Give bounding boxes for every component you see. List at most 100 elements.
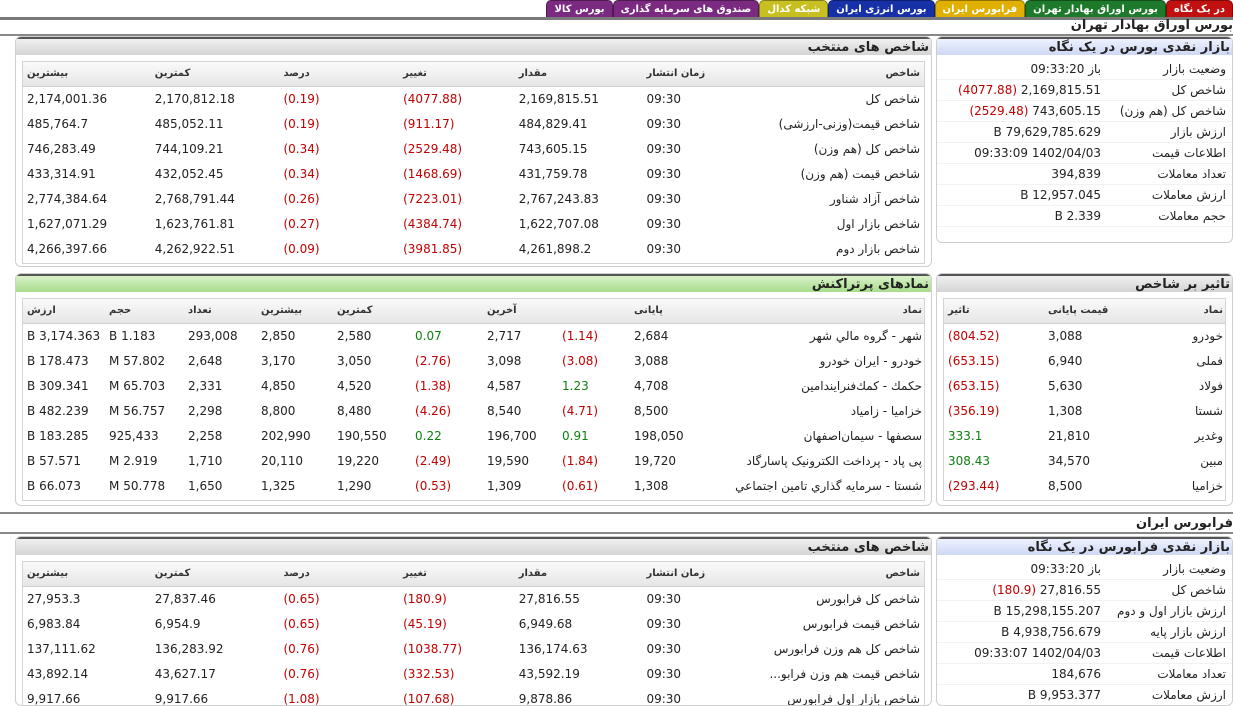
overview-value-cell: 79,629,785.629 B (937, 122, 1107, 142)
table-row[interactable]: شاخص قیمت (هم وزن) 09:30 431,759.78 (1468.6… (23, 161, 924, 186)
table-row[interactable]: شاخص آزاد شناور 09:30 2,767,243.83 (7223.01… (23, 186, 924, 211)
top-tab-6[interactable]: بورس کالا (546, 0, 613, 18)
column-header[interactable] (558, 299, 630, 324)
top-tab-1[interactable]: بورس اوراق بهادار تهران (1025, 0, 1166, 18)
table-row[interactable]: فولاد 5,630 (653.15) (944, 373, 1225, 398)
table-cell[interactable]: شاخص بازار اول فرابورس (764, 686, 924, 706)
column-header[interactable]: تغییر (399, 62, 515, 87)
table-cell[interactable]: شاخص آزاد شناور (764, 186, 924, 211)
column-header[interactable]: کمترین (150, 62, 280, 87)
table-cell[interactable]: وغدیر (1139, 423, 1225, 448)
table-row[interactable]: شاخص کل (هم وزن) 09:30 743,605.15 (2529.48)… (23, 136, 924, 161)
column-header[interactable]: حجم (105, 299, 184, 324)
table-cell[interactable]: شهر - گروه مالي شهر (702, 323, 924, 348)
table-row[interactable]: خودرو - ايران‌ خودرو 3,088 (3.08) 3,098 (2.7… (23, 348, 924, 373)
column-header[interactable]: تغییر (399, 562, 515, 587)
table-row[interactable]: پی پاد - پرداخت الکترونيک پاسارگاد 19,720… (23, 448, 924, 473)
table-row[interactable]: سصفها - سيمان‌اصفهان‌ 198,050 0.91 196,700 0… (23, 423, 924, 448)
table-cell[interactable]: شاخص قیمت(وزنی-ارزشی) (764, 111, 924, 136)
table-row[interactable]: وغدیر 21,810 333.1 (944, 423, 1225, 448)
column-header[interactable] (411, 299, 483, 324)
column-header[interactable]: نماد (702, 299, 924, 324)
table-row[interactable]: مبین 34,570 308.43 (944, 448, 1225, 473)
table-row[interactable]: شاخص بازار اول 09:30 1,622,707.08 (4384.74)… (23, 211, 924, 236)
table-cell[interactable]: شاخص قیمت هم وزن فرابو... (764, 661, 924, 686)
column-header[interactable]: زمان انتشار (642, 62, 765, 87)
column-header[interactable]: تاثیر (944, 299, 1044, 324)
top-tab-3[interactable]: بورس انرژی ایران (828, 0, 935, 18)
table-cell[interactable]: شستا (1139, 398, 1225, 423)
table-row[interactable]: شستا 1,308 (356.19) (944, 398, 1225, 423)
table-cell[interactable]: خزاميا - زامياد (702, 398, 924, 423)
table-cell[interactable]: خزامیا (1139, 473, 1225, 498)
column-header[interactable]: ارزش (23, 299, 105, 324)
table-row[interactable]: خزامیا 8,500 (293.44) (944, 473, 1225, 498)
table-cell[interactable]: شاخص قیمت فرابورس (764, 611, 924, 636)
table-row[interactable]: شاخص بازار دوم 09:30 4,261,898.2 (3981.85) (… (23, 236, 924, 261)
table-cell[interactable]: شاخص کل هم وزن فرابورس (764, 636, 924, 661)
top-tab-0[interactable]: در یک نگاه (1165, 0, 1233, 18)
overview-key: اطلاعات قیمت (1151, 646, 1226, 660)
table-cell[interactable]: حكمك - كمك‌فنرايندامين‌ (702, 373, 924, 398)
table-cell[interactable]: مبین (1139, 448, 1225, 473)
table-row[interactable]: خودرو 3,088 (804.52) (944, 323, 1225, 348)
column-header[interactable]: پایانی (630, 299, 702, 324)
column-header[interactable]: درصد (279, 562, 400, 587)
table-cell[interactable]: خودرو - ايران‌ خودرو (702, 348, 924, 373)
table-row[interactable]: شاخص کل هم وزن فرابورس 09:30 136,174.63 (10… (23, 636, 924, 661)
table-cell: (4384.74) (403, 216, 463, 231)
table-cell[interactable]: شاخص کل (هم وزن) (764, 136, 924, 161)
table-cell[interactable]: فولاد (1139, 373, 1225, 398)
overview-value-cell: 4,938,756.679 B (937, 622, 1107, 642)
table-cell[interactable]: شاخص قیمت (هم وزن) (764, 161, 924, 186)
table-row[interactable]: حكمك - كمك‌فنرايندامين‌ 4,708 1.23 4,587 (1.… (23, 373, 924, 398)
column-header[interactable]: شاخص (764, 62, 924, 87)
table-cell[interactable]: پی پاد - پرداخت الکترونيک پاسارگاد (702, 448, 924, 473)
table-cell: 19,220 (337, 453, 379, 468)
table-row[interactable]: شاخص کل فرابورس 09:30 27,816.55 (180.9) (0.6… (23, 586, 924, 611)
overview-value-cell: 2.339 B (937, 206, 1107, 226)
column-header[interactable]: مقدار (514, 62, 643, 87)
table-row[interactable]: شاخص قیمت فرابورس 09:30 6,949.68 (45.19) (0.… (23, 611, 924, 636)
table-cell: 1,622,707.08 (518, 216, 599, 231)
column-header[interactable]: مقدار (514, 562, 643, 587)
table-row[interactable]: شاخص قیمت(وزنی-ارزشی) 09:30 484,829.41 (911… (23, 111, 924, 136)
column-header[interactable]: بیشترین (257, 299, 333, 324)
ifb-indices-title: شاخص های منتخب (16, 537, 931, 555)
column-header[interactable]: تعداد (184, 299, 257, 324)
table-row[interactable]: شاخص کل 09:30 2,169,815.51 (4077.88) (0.19) 2… (23, 86, 924, 111)
column-header[interactable]: کمترین (150, 562, 280, 587)
top-tab-4[interactable]: شبکه کدال (759, 0, 829, 18)
column-header[interactable]: قیمت پایانی (1044, 299, 1139, 324)
table-row[interactable]: شاخص قیمت هم وزن فرابو... 09:30 43,592.19 (… (23, 661, 924, 686)
table-row[interactable]: شاخص بازار اول فرابورس 09:30 9,878.86 (107.… (23, 686, 924, 706)
table-cell[interactable]: شستا - سرمايه گذاري تامين اجتماعي (702, 473, 924, 498)
table-row[interactable]: شهر - گروه مالي شهر 2,684 (1.14) 2,717 0.07 2… (23, 323, 924, 348)
column-header[interactable]: درصد (279, 62, 400, 87)
column-header[interactable]: بیشترین (23, 62, 151, 87)
top-tab-2[interactable]: فرابورس ایران (934, 0, 1026, 18)
table-cell: 8,540 (487, 403, 522, 418)
ifb-overview-list: وضعیت بازار باز 09:33:20 شاخص کل 27,816.55 … (937, 559, 1232, 705)
table-row[interactable]: فملی 6,940 (653.15) (944, 348, 1225, 373)
column-header[interactable]: نماد (1139, 299, 1225, 324)
table-row[interactable]: خزاميا - زامياد 8,500 (4.71) 8,540 (4.26) 8,4… (23, 398, 924, 423)
table-cell: (1.38) (415, 378, 452, 393)
column-header[interactable]: زمان انتشار (642, 562, 765, 587)
column-header[interactable]: بیشترین (23, 562, 151, 587)
table-cell[interactable]: فملی (1139, 348, 1225, 373)
table-cell[interactable]: خودرو (1139, 323, 1225, 348)
table-cell: 43,627.17 (154, 666, 216, 681)
table-cell[interactable]: شاخص کل (764, 86, 924, 111)
column-header[interactable]: آخرین (483, 299, 558, 324)
table-cell[interactable]: شاخص بازار دوم (764, 236, 924, 261)
table-cell[interactable]: شاخص کل فرابورس (764, 586, 924, 611)
table-row[interactable]: شستا - سرمايه گذاري تامين اجتماعي 1,308 (0… (23, 473, 924, 498)
table-cell[interactable]: سصفها - سيمان‌اصفهان‌ (702, 423, 924, 448)
column-header[interactable]: کمترین (333, 299, 411, 324)
table-cell[interactable]: شاخص بازار اول (764, 211, 924, 236)
column-header[interactable]: شاخص (764, 562, 924, 587)
ifb-indices-panel: شاخص های منتخب شاخص زمان انتشار مقدار تغییر… (15, 536, 932, 706)
top-tab-5[interactable]: صندوق های سرمایه گذاری (612, 0, 760, 18)
table-cell: 34,570 (1048, 453, 1090, 468)
